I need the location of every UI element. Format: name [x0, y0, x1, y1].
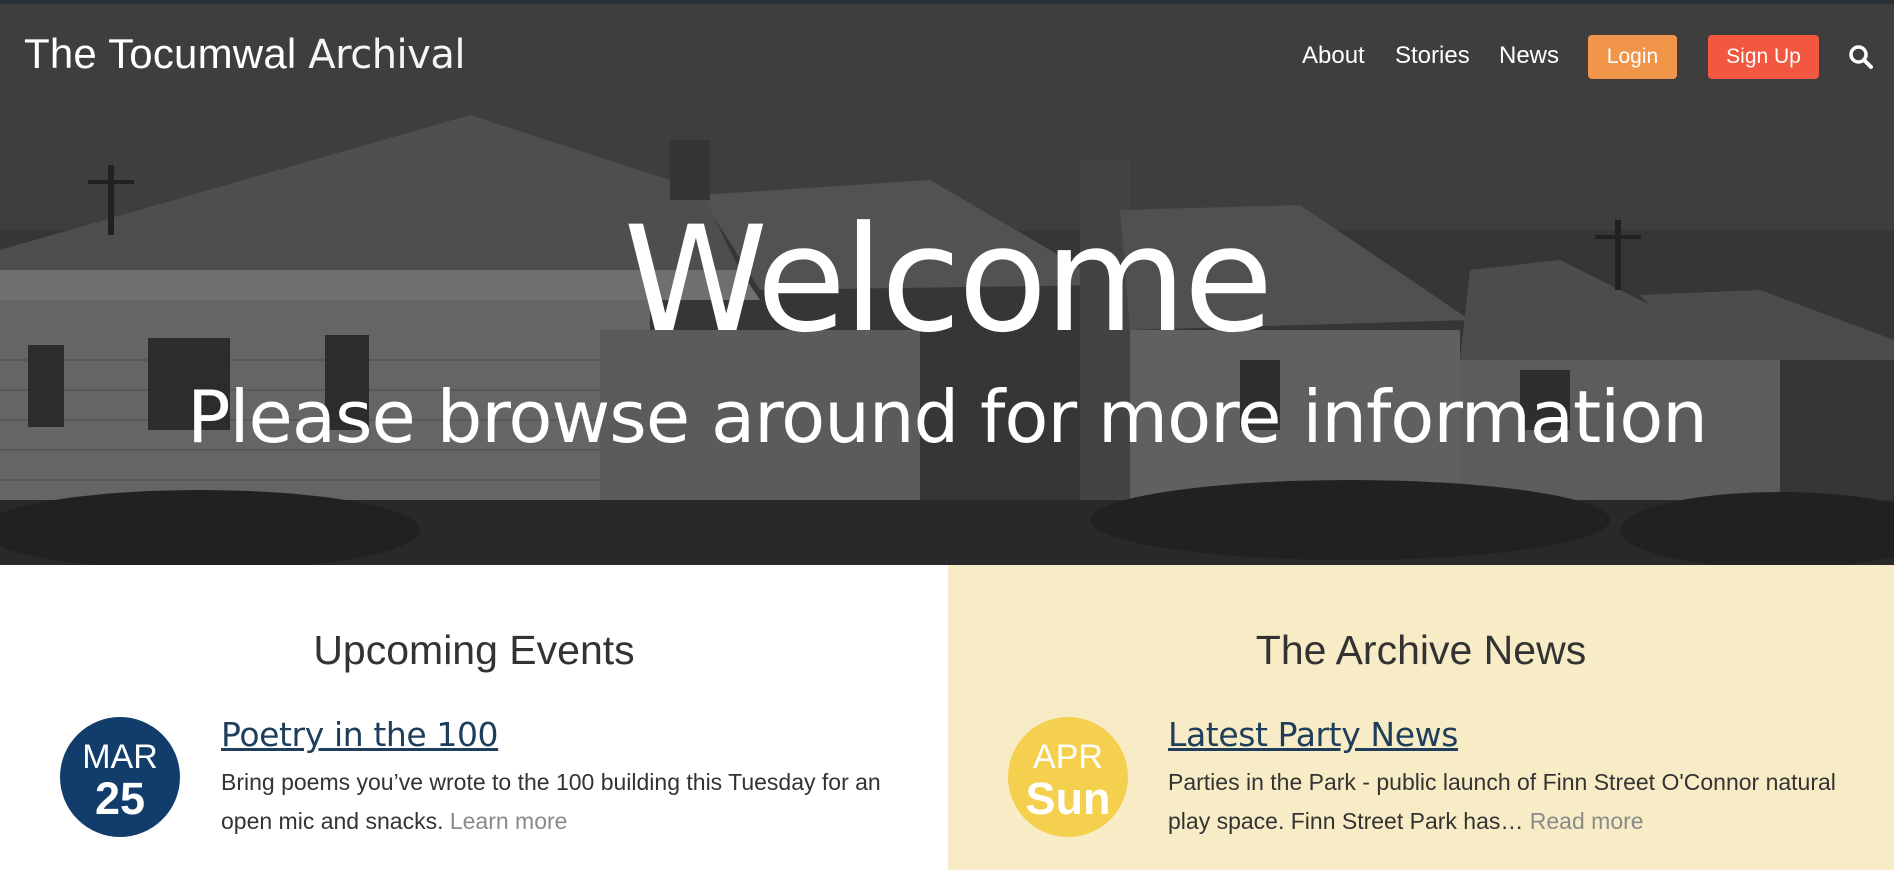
news-read-more-link[interactable]: Read more — [1530, 808, 1644, 834]
brand-suffix: Archival — [308, 32, 465, 78]
news-month: APR — [1033, 738, 1103, 776]
event-date-badge: MAR 25 — [60, 717, 180, 837]
event-day: 25 — [94, 773, 146, 824]
brand-name: The Tocumwal — [24, 30, 297, 77]
nav-news[interactable]: News — [1499, 42, 1559, 70]
news-description: Parties in the Park - public launch of F… — [1168, 763, 1868, 841]
event-description: Bring poems you’ve wrote to the 100 buil… — [221, 763, 911, 841]
news-text: Parties in the Park - public launch of F… — [1168, 769, 1836, 834]
search-icon[interactable] — [1848, 44, 1874, 70]
hero-subtitle: Please browse around for more informatio… — [187, 375, 1708, 459]
nav-stories[interactable]: Stories — [1395, 42, 1470, 70]
login-button[interactable]: Login — [1588, 35, 1677, 79]
event-title-link[interactable]: Poetry in the 100 — [221, 715, 499, 754]
hero-title: Welcome — [623, 195, 1274, 365]
event-month: MAR — [82, 738, 158, 776]
events-panel: Upcoming Events MAR 25 Poetry in the 100… — [0, 565, 948, 870]
news-heading: The Archive News — [1255, 627, 1587, 673]
news-title-link[interactable]: Latest Party News — [1168, 715, 1458, 754]
site-brand[interactable]: The Tocumwal Archival — [24, 30, 465, 78]
news-panel: The Archive News APR Sun Latest Party Ne… — [948, 565, 1894, 870]
event-learn-more-link[interactable]: Learn more — [450, 808, 568, 834]
nav-about[interactable]: About — [1302, 42, 1365, 70]
news-date-badge: APR Sun — [1008, 717, 1128, 837]
events-heading: Upcoming Events — [313, 627, 635, 673]
top-border — [0, 0, 1894, 4]
news-day: Sun — [1025, 773, 1111, 824]
signup-button[interactable]: Sign Up — [1708, 35, 1819, 79]
